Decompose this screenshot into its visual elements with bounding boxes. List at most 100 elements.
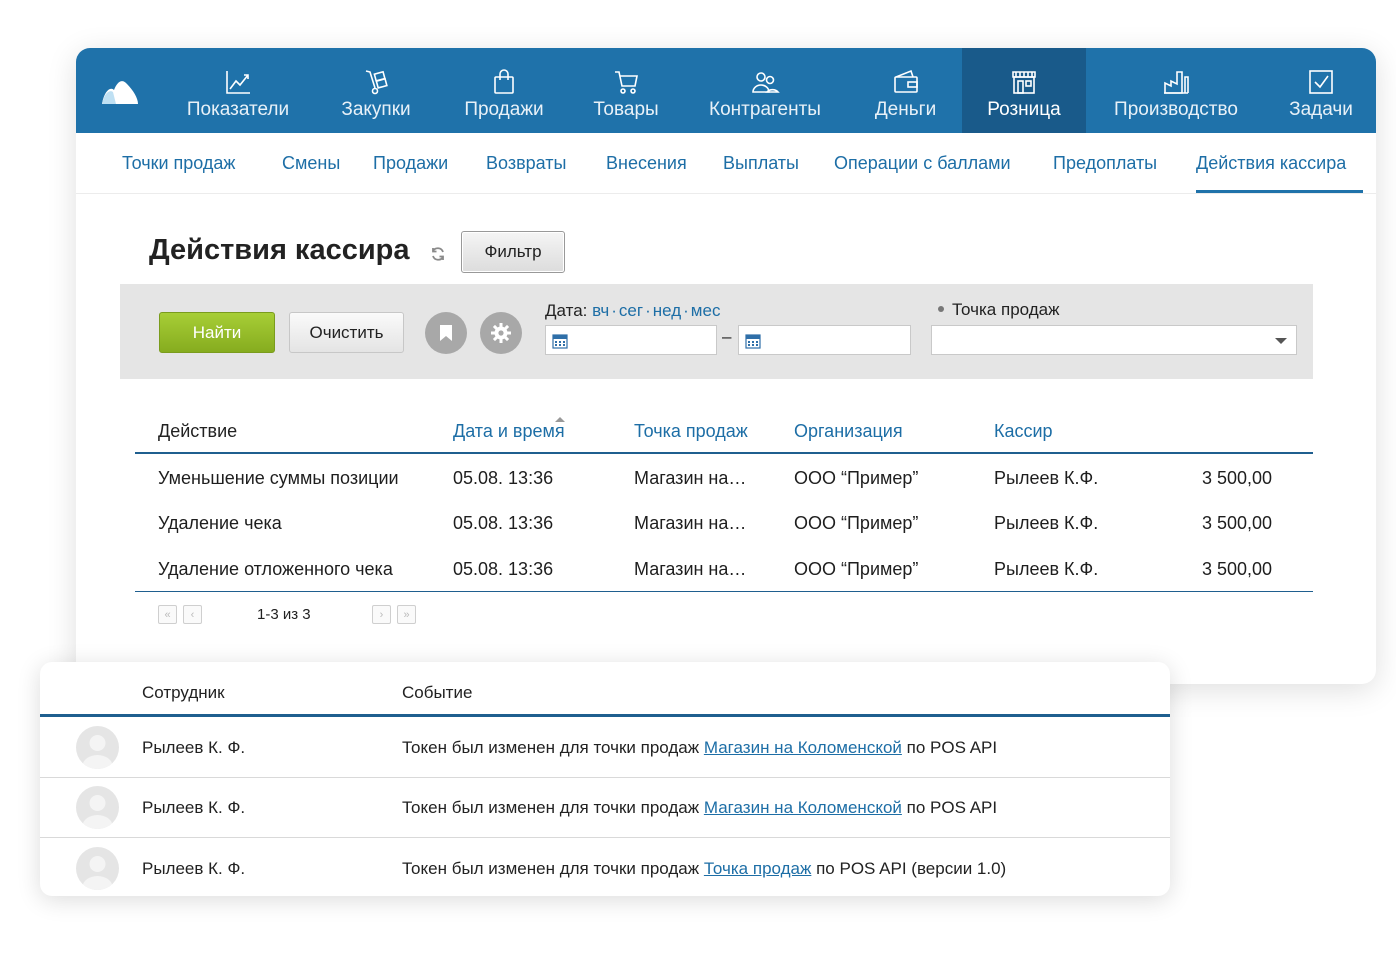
column-header-organization[interactable]: Организация [794,421,903,442]
employee-name: Рылеев К. Ф. [142,859,246,878]
sales-point-filter-label: Точка продаж [938,300,1059,320]
pager-prev-button[interactable]: ‹ [183,605,202,624]
filter-panel: Найти Очистить Дата: вч · сег · нед · мес [120,284,1313,379]
avatar [76,847,119,890]
nav-label: Закупки [341,99,411,120]
nav-label: Деньги [874,99,937,120]
clear-button[interactable]: Очистить [289,312,404,353]
gear-icon [491,323,511,343]
event-suffix: по POS API [906,798,998,817]
nav-item-goods[interactable]: Товары [581,48,671,133]
date-range-separator: – [722,327,732,346]
avatar [76,786,119,829]
cell-amount: 3 500,00 [1202,559,1273,579]
event-text: Токен был изменен для точки продаж Магаз… [402,738,997,758]
cell-organization: ООО “Пример” [794,559,919,579]
sub-navigation: Точки продаж Смены Продажи Возвраты Внес… [76,133,1376,194]
sales-point-link[interactable]: Точка продаж [704,859,811,878]
calendar-icon[interactable] [552,333,568,349]
settings-button[interactable] [480,312,522,354]
date-shortcut-today[interactable]: сег [619,301,643,320]
nav-item-counterparties[interactable]: Контрагенты [700,48,830,133]
cell-action: Удаление отложенного чека [158,559,393,579]
checkbox-icon [1309,70,1333,94]
tab-prepayments[interactable]: Предоплаты [1053,153,1157,174]
nav-label: Контрагенты [709,99,821,120]
tab-points-operations[interactable]: Операции с баллами [834,153,1011,174]
user-avatar-icon [82,735,113,769]
nav-item-tasks[interactable]: Задачи [1281,48,1361,133]
column-header-datetime[interactable]: Дата и время [453,421,565,442]
pager-last-button[interactable]: » [397,605,416,624]
refresh-icon[interactable] [429,245,447,263]
event-suffix: по POS API (версии 1.0) [816,859,1007,878]
date-from-input[interactable] [545,325,717,355]
nav-label: Показатели [186,99,290,120]
calendar-icon[interactable] [745,333,761,349]
nav-item-purchases[interactable]: Закупки [326,48,426,133]
active-tab-underline [1196,190,1363,193]
pager-next-button[interactable]: › [372,605,391,624]
event-suffix: по POS API [906,738,998,757]
employee-name: Рылеев К. Ф. [142,798,246,817]
tab-deposits[interactable]: Внесения [606,153,687,174]
date-shortcut-week[interactable]: нед [653,301,681,320]
date-shortcut-yesterday[interactable]: вч [592,301,609,320]
nav-item-indicators[interactable]: Показатели [174,48,302,133]
shopping-bag-icon [494,69,514,94]
event-log-panel: Сотрудник Событие Рылеев К. Ф. Токен был… [40,662,1170,896]
cell-cashier: Рылеев К.Ф. [994,468,1099,488]
nav-item-production[interactable]: Производство [1106,48,1246,133]
table-footer-divider [135,591,1313,592]
avatar [76,726,119,769]
brand-logo-icon[interactable] [100,76,140,106]
pager-first-button[interactable]: « [158,605,177,624]
cell-sales-point: Магазин на… [634,559,747,579]
find-button[interactable]: Найти [159,312,275,353]
nav-label: Товары [593,99,659,120]
tab-sales[interactable]: Продажи [373,153,448,174]
nav-item-retail[interactable]: Розница [962,48,1086,133]
tab-payouts[interactable]: Выплаты [723,153,799,174]
date-to-input[interactable] [738,325,911,355]
sales-point-link[interactable]: Магазин на Коломенской [704,738,902,757]
cell-datetime: 05.08. 13:36 [453,559,554,579]
tab-sales-points[interactable]: Точки продаж [122,153,235,174]
nav-item-sales[interactable]: Продажи [454,48,554,133]
event-text: Токен был изменен для точки продаж Магаз… [402,798,997,818]
bookmark-icon [440,325,452,341]
tab-returns[interactable]: Возвраты [486,153,566,174]
cell-amount: 3 500,00 [1202,468,1273,488]
event-prefix: Токен был изменен для точки продаж [402,738,700,757]
employee-name: Рылеев К. Ф. [142,738,246,757]
page-title: Действия кассира [149,234,410,266]
cell-action: Удаление чека [158,513,282,533]
list-item: Рылеев К. Ф. Токен был изменен для точки… [40,777,1170,838]
sales-point-select[interactable] [931,325,1297,355]
cart-icon [615,71,638,94]
top-navigation: Показатели Закупки Продажи Товары Контра [76,48,1376,133]
nav-label: Задачи [1289,99,1353,120]
main-window: Показатели Закупки Продажи Товары Контра [76,48,1376,684]
column-header-sales-point[interactable]: Точка продаж [634,421,748,442]
column-header-employee: Сотрудник [142,683,225,702]
tab-cashier-actions[interactable]: Действия кассира [1196,153,1346,174]
date-shortcut-month[interactable]: мес [691,301,721,320]
cell-datetime: 05.08. 13:36 [453,513,554,533]
table-header-divider [135,452,1313,454]
factory-icon [1164,71,1189,94]
column-header-event: Событие [402,683,473,702]
bookmark-button[interactable] [425,312,467,354]
filter-button[interactable]: Фильтр [461,231,565,273]
sales-point-link[interactable]: Магазин на Коломенской [704,798,902,817]
cell-datetime: 05.08. 13:36 [453,468,554,488]
pager-status: 1-3 из 3 [257,606,311,623]
date-label-text: Дата: [545,301,588,320]
user-avatar-icon [82,856,113,890]
nav-item-money[interactable]: Деньги [858,48,953,133]
date-filter-label: Дата: вч · сег · нед · мес [545,301,721,320]
tab-shifts[interactable]: Смены [282,153,340,174]
column-header-cashier[interactable]: Кассир [994,421,1053,442]
store-icon [1012,71,1036,94]
user-avatar-icon [82,795,113,829]
